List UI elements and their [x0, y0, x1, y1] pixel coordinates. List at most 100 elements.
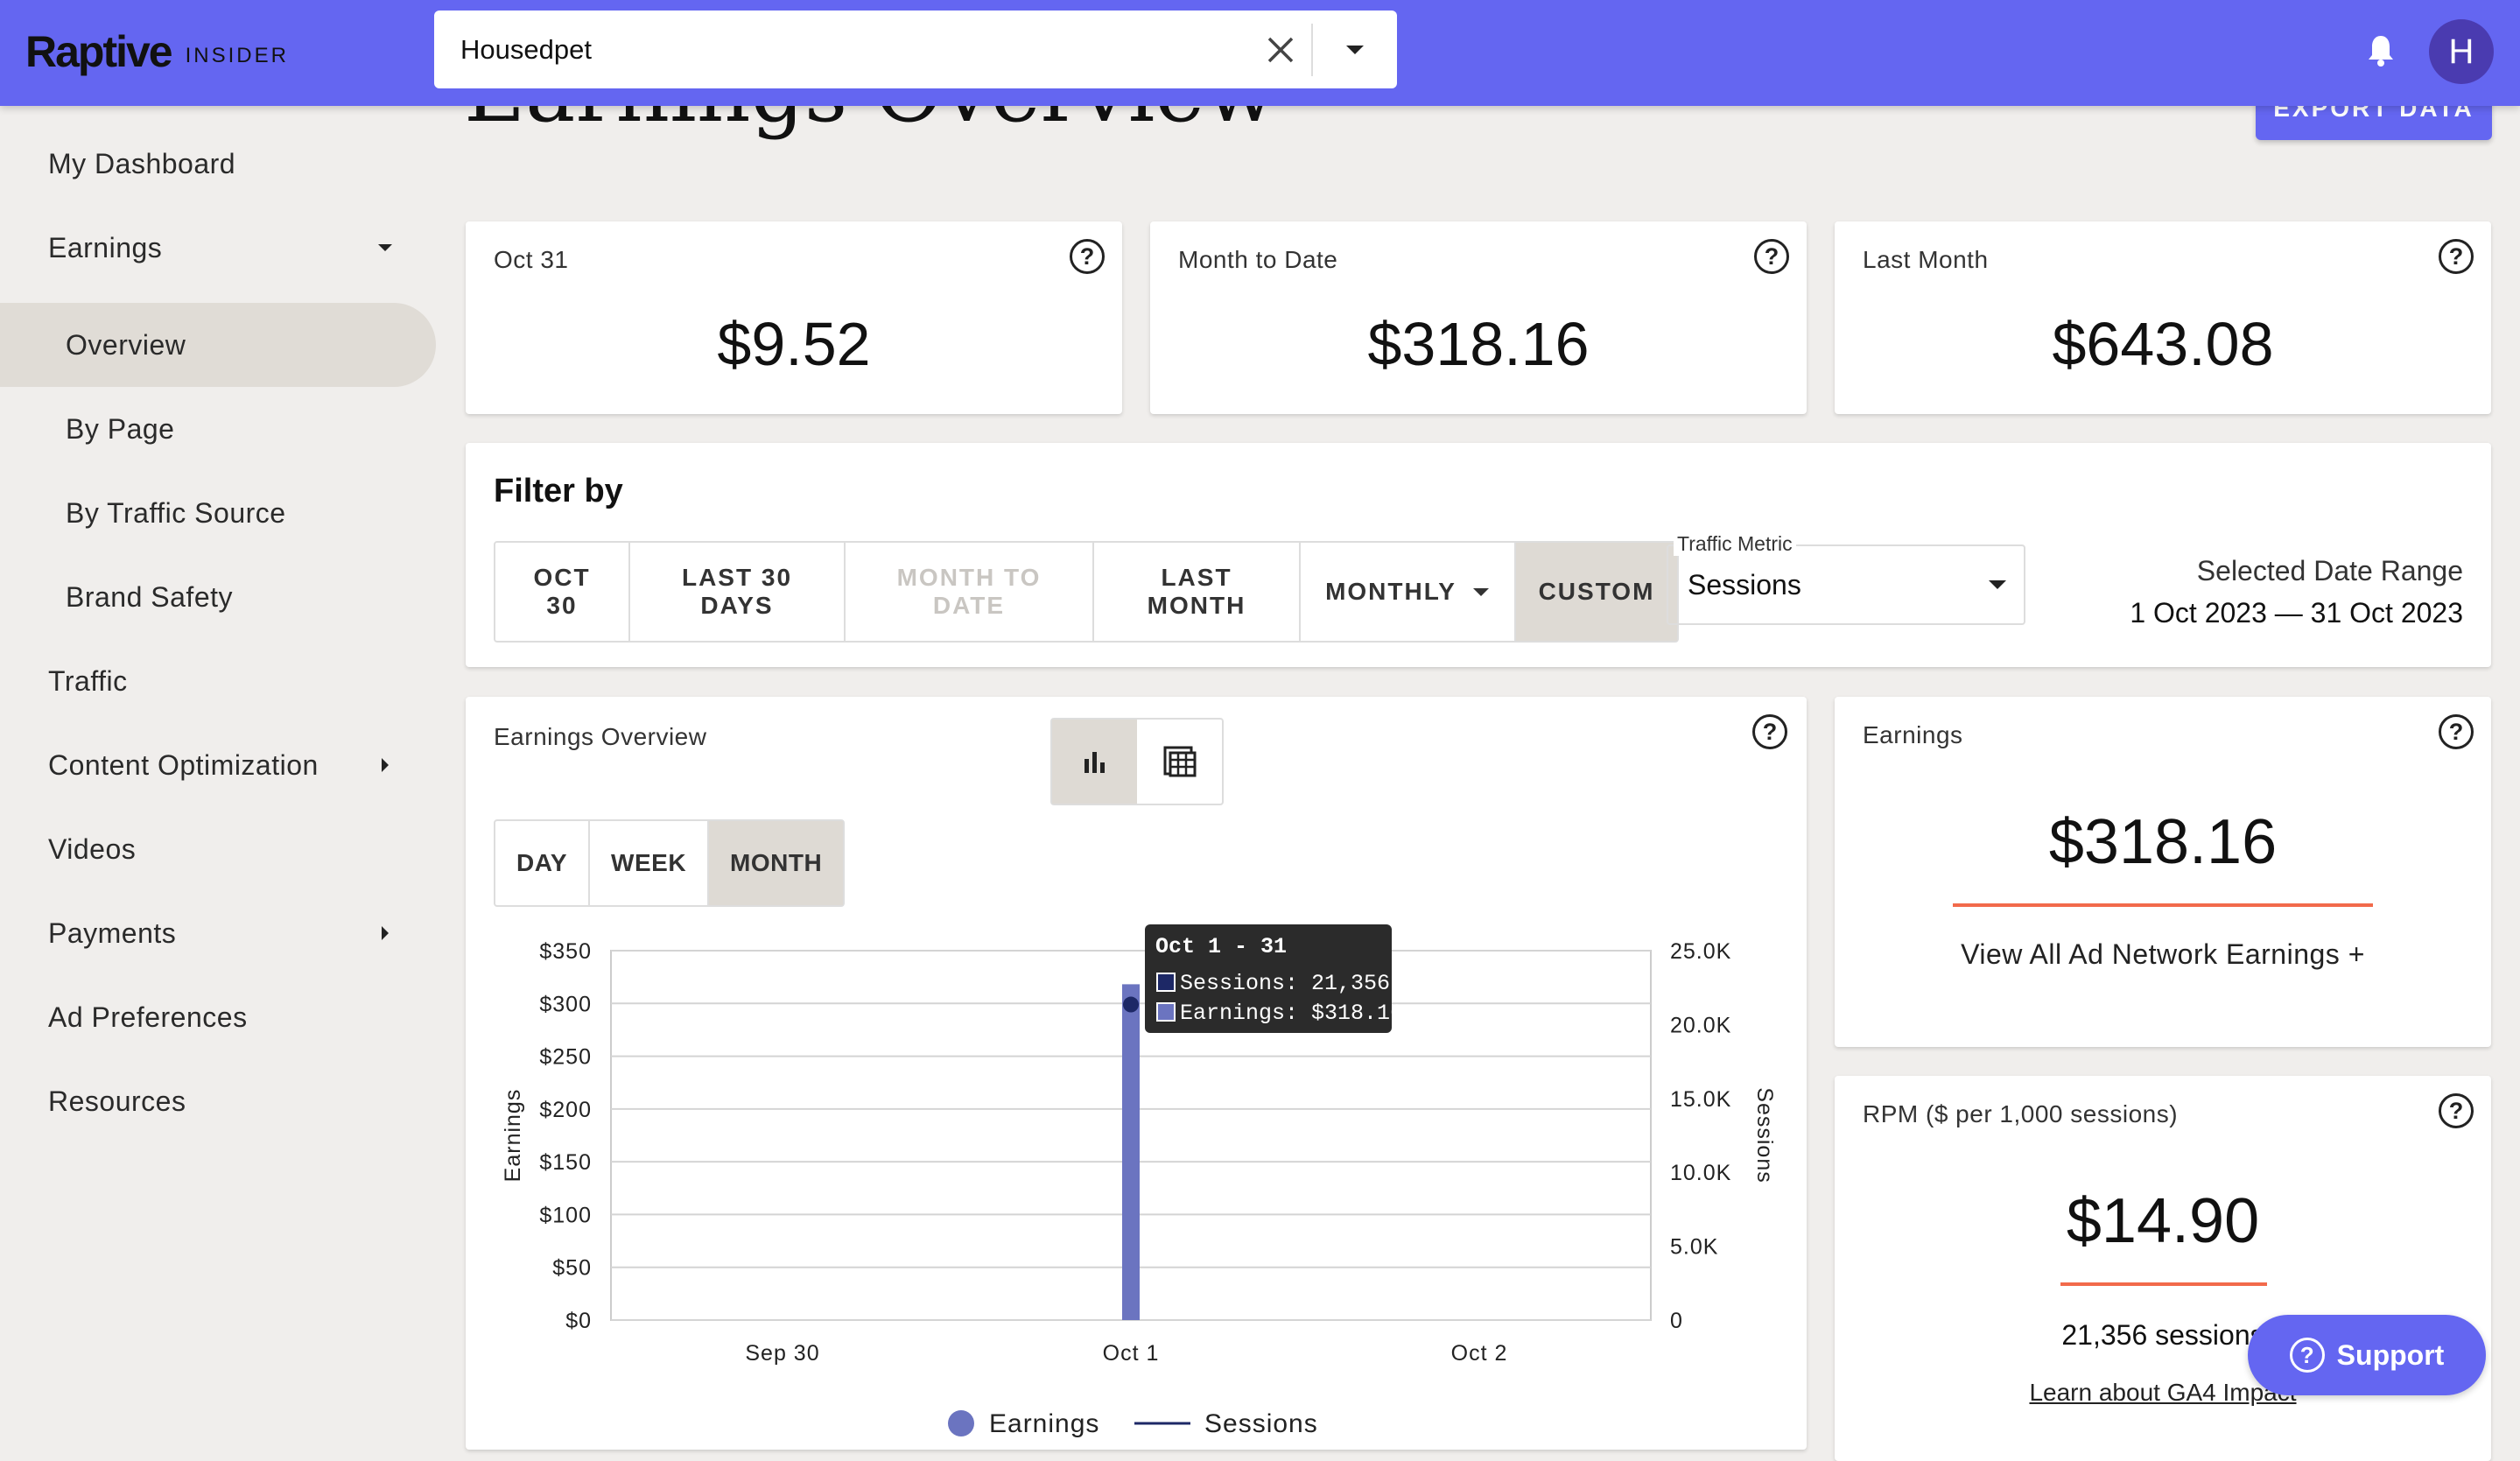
view-toggle	[1050, 718, 1224, 805]
caret-right-icon	[368, 925, 403, 941]
help-icon[interactable]: ?	[1752, 714, 1787, 749]
earnings-chart: $0 $50 $100 $150 $200 $250 $300 $350 0 5.0K 10.0K 1…	[501, 924, 1777, 1438]
brand-logo[interactable]: Raptive INSIDER	[25, 21, 289, 82]
x-tick-label: Oct 1	[1103, 1341, 1160, 1366]
sidebar-item-traffic[interactable]: Traffic	[0, 639, 438, 723]
y-axis-title: Earnings	[501, 1089, 525, 1183]
y-tick-label: $100	[539, 1203, 592, 1227]
tooltip-earnings: Earnings: $318.16	[1180, 1001, 1403, 1026]
sidebar-item-label: By Traffic Source	[66, 496, 286, 529]
view-all-ad-network-earnings-link[interactable]: View All Ad Network Earnings +	[1835, 938, 2491, 971]
y-tick-label: $300	[539, 992, 592, 1016]
stat-value: $318.16	[1367, 310, 1590, 378]
period-month-button[interactable]: MONTH	[709, 821, 844, 905]
caret-down-icon	[1472, 587, 1490, 597]
sidebar-item-content-optimization[interactable]: Content Optimization	[0, 723, 438, 807]
y2-tick-label: 0	[1670, 1309, 1683, 1333]
stat-card-oct-31: Oct 31 ? $9.52	[466, 221, 1122, 414]
sidebar-item-videos[interactable]: Videos	[0, 807, 438, 891]
caret-down-icon	[368, 243, 403, 252]
legend-sessions-label: Sessions	[1204, 1409, 1318, 1438]
tooltip-swatch-sessions	[1156, 973, 1176, 992]
sidebar-item-overview[interactable]: Overview	[0, 303, 436, 387]
brand-subtitle: INSIDER	[185, 44, 289, 67]
filter-last-month-button[interactable]: LAST MONTH	[1094, 543, 1301, 641]
sidebar-item-my-dashboard[interactable]: My Dashboard	[0, 122, 438, 206]
y2-tick-label: 15.0K	[1670, 1087, 1731, 1112]
date-range-label: Selected Date Range	[2196, 555, 2463, 587]
sidebar-item-label: Overview	[66, 328, 186, 361]
sidebar-item-by-page[interactable]: By Page	[0, 387, 438, 471]
filter-oct-30-button[interactable]: OCT 30	[495, 543, 630, 641]
help-icon[interactable]: ?	[2439, 239, 2474, 274]
support-button[interactable]: ? Support	[2248, 1315, 2486, 1395]
top-bar: Raptive INSIDER Housedpet H	[0, 0, 2520, 106]
stat-label: Oct 31	[494, 246, 569, 273]
chevron-down-icon[interactable]	[1313, 11, 1397, 88]
filter-btn-line: DATE	[932, 592, 1006, 619]
x-tick-label: Sep 30	[745, 1341, 819, 1366]
sidebar-item-resources[interactable]: Resources	[0, 1059, 438, 1143]
y-tick-label: $200	[539, 1098, 592, 1122]
tooltip-sessions: Sessions: 21,356	[1180, 971, 1390, 996]
y-tick-label: $250	[539, 1045, 592, 1070]
y-tick-label: $0	[565, 1309, 592, 1333]
sidebar-item-brand-safety[interactable]: Brand Safety	[0, 555, 438, 639]
caret-right-icon	[368, 757, 403, 773]
filter-last-30-days-button[interactable]: LAST 30 DAYS	[630, 543, 846, 641]
period-toggle: DAY WEEK MONTH	[494, 819, 846, 907]
accent-underline	[2060, 1282, 2267, 1286]
help-icon[interactable]: ?	[1754, 239, 1789, 274]
earnings-card-value: $318.16	[2048, 807, 2278, 877]
clear-icon[interactable]	[1250, 11, 1311, 88]
sidebar-item-payments[interactable]: Payments	[0, 891, 438, 975]
traffic-metric-select[interactable]: Sessions	[1667, 544, 2025, 625]
filter-btn-line: MONTH	[1147, 592, 1246, 619]
sidebar-item-label: Content Optimization	[48, 748, 319, 781]
help-icon[interactable]: ?	[2439, 1093, 2474, 1128]
filter-btn-line: CUSTOM	[1538, 578, 1655, 605]
rpm-card: RPM ($ per 1,000 sessions) ? $14.90 21,3…	[1835, 1076, 2491, 1461]
rpm-card-value: $14.90	[2066, 1186, 2260, 1256]
y-tick-label: $50	[552, 1256, 592, 1281]
support-label: Support	[2336, 1338, 2445, 1371]
earnings-card: Earnings ? $318.16 View All Ad Network E…	[1835, 697, 2491, 1047]
filter-monthly-dropdown[interactable]: MONTHLY	[1301, 543, 1516, 641]
sidebar: My Dashboard Earnings Overview By Page B…	[0, 106, 438, 1421]
traffic-metric-value: Sessions	[1688, 568, 1801, 601]
avatar[interactable]: H	[2429, 19, 2494, 84]
table-icon[interactable]	[1137, 720, 1222, 804]
sessions-point	[1123, 996, 1139, 1013]
period-day-button[interactable]: DAY	[495, 821, 591, 905]
sidebar-item-by-traffic-source[interactable]: By Traffic Source	[0, 471, 438, 555]
earnings-overview-card: Earnings Overview ? DAY WEEK MONTH $0 $50…	[466, 697, 1807, 1450]
help-icon[interactable]: ?	[2439, 714, 2474, 749]
filter-btn-line: MONTH TO	[896, 564, 1042, 591]
y2-tick-label: 5.0K	[1670, 1235, 1718, 1260]
period-week-button[interactable]: WEEK	[590, 821, 710, 905]
sidebar-item-label: Ad Preferences	[48, 1001, 248, 1033]
bar-chart-icon[interactable]	[1052, 720, 1137, 804]
y2-tick-label: 10.0K	[1670, 1161, 1731, 1185]
help-icon[interactable]: ?	[1070, 239, 1105, 274]
filter-btn-line: OCT	[533, 564, 591, 591]
stat-label: Last Month	[1863, 246, 1989, 273]
filter-title: Filter by	[494, 473, 623, 509]
sidebar-item-earnings[interactable]: Earnings	[0, 206, 438, 290]
filter-custom-button[interactable]: CUSTOM	[1516, 543, 1677, 641]
legend-earnings-label: Earnings	[989, 1409, 1099, 1438]
site-select[interactable]: Housedpet	[434, 11, 1397, 88]
stat-card-month-to-date: Month to Date ? $318.16	[1150, 221, 1807, 414]
site-select-value: Housedpet	[460, 33, 592, 65]
tooltip-title: Oct 1 - 31	[1155, 934, 1287, 959]
sidebar-item-label: Videos	[48, 832, 137, 865]
y2-tick-label: 25.0K	[1670, 939, 1731, 964]
y-tick-label: $350	[539, 939, 592, 964]
filter-card: Filter by OCT 30 LAST 30 DAYS MONTH TO DATE…	[466, 443, 2491, 667]
date-filter-group: OCT 30 LAST 30 DAYS MONTH TO DATE LAST MONTH…	[494, 541, 1679, 643]
stat-value: $9.52	[717, 310, 871, 378]
sidebar-item-ad-preferences[interactable]: Ad Preferences	[0, 975, 438, 1059]
stat-label: Month to Date	[1178, 246, 1338, 273]
sidebar-item-label: Resources	[48, 1085, 186, 1117]
bell-icon[interactable]	[2363, 33, 2398, 68]
